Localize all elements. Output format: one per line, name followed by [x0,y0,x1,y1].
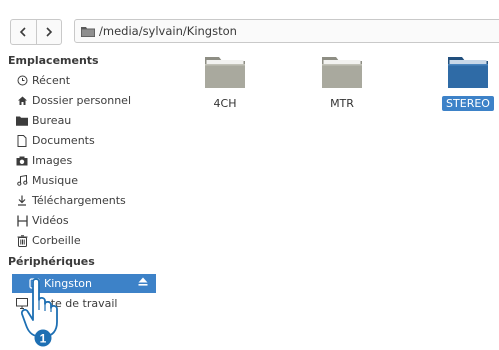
sidebar-item-label: Récent [32,74,71,87]
file-name: MTR [330,97,354,110]
folder-icon [322,57,362,88]
sidebar-item-trash[interactable]: Corbeille [0,231,156,250]
file-name: STEREO [442,96,494,111]
sidebar-item-label: Documents [32,134,95,147]
folder-item-stereo[interactable]: STEREO [428,54,499,111]
camera-icon [16,155,28,167]
sidebar-item-label: Téléchargements [32,194,126,207]
back-button[interactable] [11,20,36,44]
folder-icon [16,115,28,127]
sidebar-item-videos[interactable]: Vidéos [0,211,156,230]
location-path-text: /media/sylvain/Kingston [99,24,237,38]
sidebar-item-desktop[interactable]: Bureau [0,111,156,130]
document-icon [16,134,28,147]
home-icon [16,95,28,107]
places-header: Emplacements [8,54,99,67]
folder-icon [81,26,95,37]
file-view: 4CH MTR STEREO [158,49,499,350]
eject-icon[interactable] [138,277,148,289]
sidebar-item-label: Bureau [32,114,72,127]
sidebar-item-label: Dossier personnel [32,94,132,107]
sidebar-item-label: Vidéos [32,214,69,227]
sidebar-item-label: Musique [32,174,78,187]
sidebar-item-label: Images [32,154,73,167]
sidebar-item-recent[interactable]: Récent [0,71,156,90]
chevron-left-icon [20,27,26,37]
sidebar-item-home[interactable]: Dossier personnel [0,91,156,110]
callout-number: 1 [40,332,47,346]
trash-icon [16,234,28,247]
location-path-bar[interactable]: /media/sylvain/Kingston [74,19,499,43]
toolbar: /media/sylvain/Kingston [0,0,499,45]
download-icon [16,195,28,207]
clock-icon [16,75,28,87]
devices-header: Périphériques [8,255,95,268]
sidebar-item-documents[interactable]: Documents [0,131,156,150]
chevron-right-icon [46,27,52,37]
folder-item-4ch[interactable]: 4CH [185,54,265,111]
folder-item-mtr[interactable]: MTR [302,54,382,111]
file-name: 4CH [213,97,237,110]
navigation-buttons [10,19,62,45]
pointer-hand-icon: 1 [20,278,58,347]
sidebar-item-music[interactable]: Musique [0,171,156,190]
music-icon [16,175,28,187]
folder-icon [205,57,245,88]
film-icon [16,215,28,227]
sidebar-item-downloads[interactable]: Téléchargements [0,191,156,210]
forward-button[interactable] [35,20,62,44]
sidebar-item-images[interactable]: Images [0,151,156,170]
sidebar-item-label: Corbeille [32,234,81,247]
folder-icon [448,57,488,88]
